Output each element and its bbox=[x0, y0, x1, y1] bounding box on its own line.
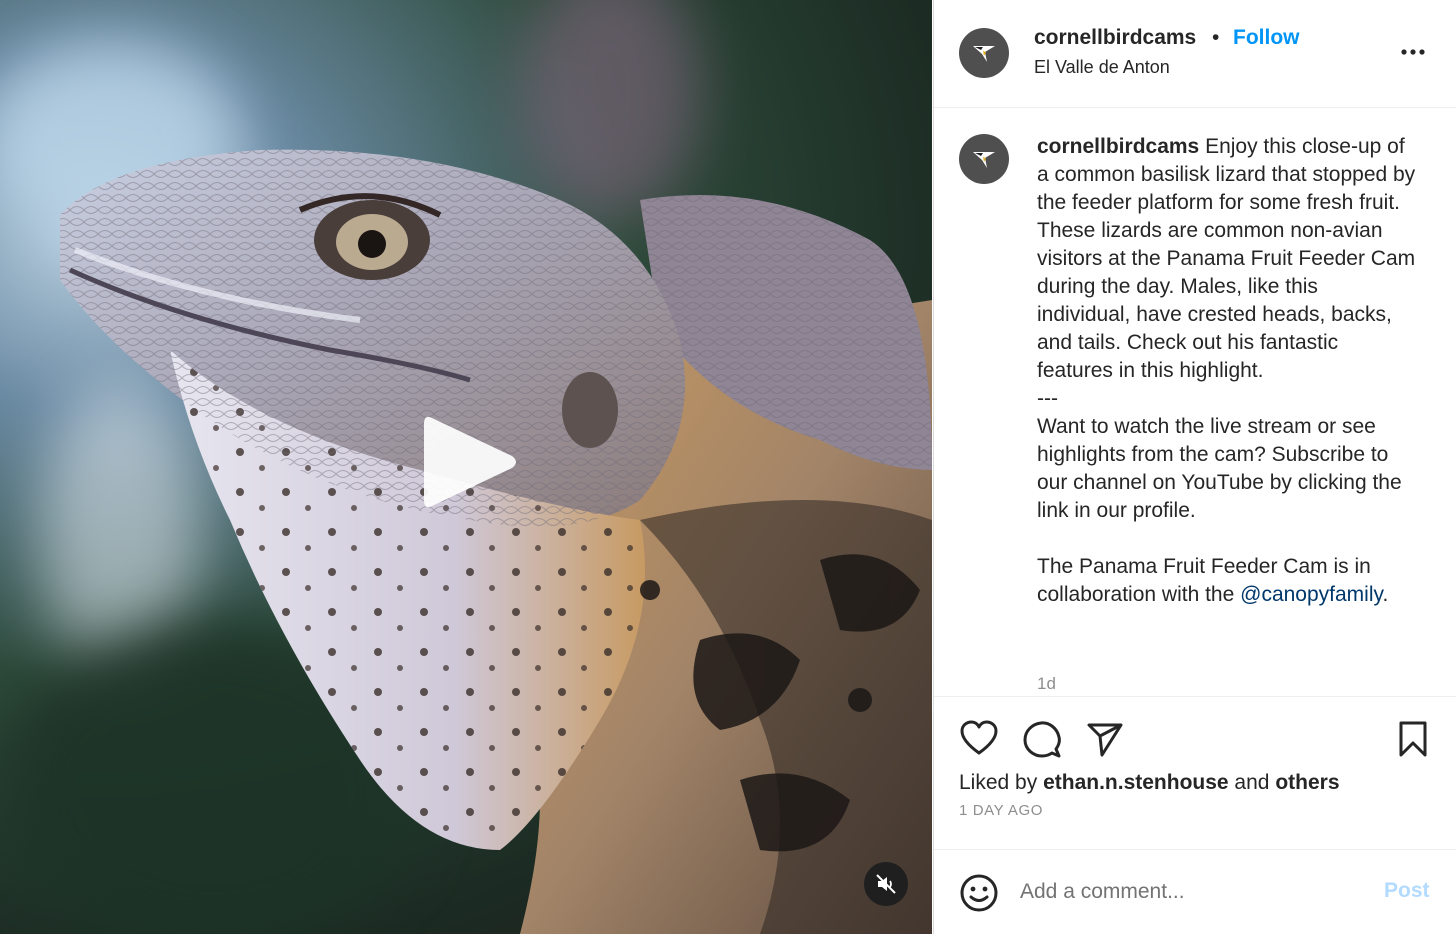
likes-conjunction: and bbox=[1228, 771, 1276, 794]
caption-section: cornellbirdcams Enjoy this close-up of a… bbox=[934, 108, 1456, 696]
separator-dot: • bbox=[1212, 26, 1220, 49]
more-options-button[interactable] bbox=[1400, 40, 1426, 60]
smiley-icon bbox=[960, 874, 998, 912]
post-timestamp: 1 DAY AGO bbox=[959, 802, 1044, 819]
post-video[interactable] bbox=[0, 0, 932, 934]
comment-input[interactable] bbox=[1020, 874, 1360, 910]
emoji-button[interactable] bbox=[959, 873, 999, 913]
share-button[interactable] bbox=[1085, 719, 1125, 759]
likes-summary: Liked by ethan.n.stenhouse and others bbox=[959, 771, 1340, 795]
caption-username[interactable]: cornellbirdcams bbox=[1037, 135, 1199, 158]
likes-others-link[interactable]: others bbox=[1275, 771, 1339, 794]
comment-bubble-icon bbox=[1023, 721, 1061, 758]
likes-prefix: Liked by bbox=[959, 771, 1044, 794]
bird-logo-icon bbox=[973, 152, 995, 168]
more-options-icon bbox=[1401, 49, 1425, 55]
bookmark-icon bbox=[1399, 721, 1427, 757]
heart-icon bbox=[960, 720, 998, 755]
unmute-button[interactable] bbox=[864, 862, 908, 906]
muted-speaker-icon bbox=[876, 874, 896, 894]
follow-button[interactable]: Follow bbox=[1233, 26, 1300, 50]
caption-avatar[interactable] bbox=[959, 134, 1009, 184]
mention-link[interactable]: @canopyfamily bbox=[1240, 583, 1382, 606]
caption-text: Enjoy this close-up of a common basilisk… bbox=[1037, 135, 1416, 606]
post-location[interactable]: El Valle de Anton bbox=[1034, 57, 1170, 78]
avatar[interactable] bbox=[959, 28, 1009, 78]
comment-form: Post bbox=[934, 849, 1456, 934]
post-author-username[interactable]: cornellbirdcams bbox=[1034, 26, 1196, 50]
comment-button[interactable] bbox=[1022, 719, 1062, 759]
post-header: cornellbirdcams • Follow El Valle de Ant… bbox=[934, 0, 1456, 108]
paper-plane-icon bbox=[1087, 723, 1123, 757]
post-details-panel: cornellbirdcams • Follow El Valle de Ant… bbox=[933, 0, 1456, 934]
post-comment-button[interactable]: Post bbox=[1384, 879, 1430, 903]
action-bar: Liked by ethan.n.stenhouse and others 1 … bbox=[934, 696, 1456, 849]
caption-end: . bbox=[1382, 583, 1389, 606]
like-button[interactable] bbox=[959, 719, 999, 759]
play-button[interactable] bbox=[420, 410, 520, 514]
liker-username[interactable]: ethan.n.stenhouse bbox=[1043, 771, 1229, 794]
caption: cornellbirdcams Enjoy this close-up of a… bbox=[1037, 133, 1417, 609]
caption-timestamp: 1d bbox=[1037, 674, 1056, 693]
play-icon bbox=[424, 416, 516, 508]
save-button[interactable] bbox=[1393, 719, 1433, 759]
bird-logo-icon bbox=[973, 46, 995, 62]
